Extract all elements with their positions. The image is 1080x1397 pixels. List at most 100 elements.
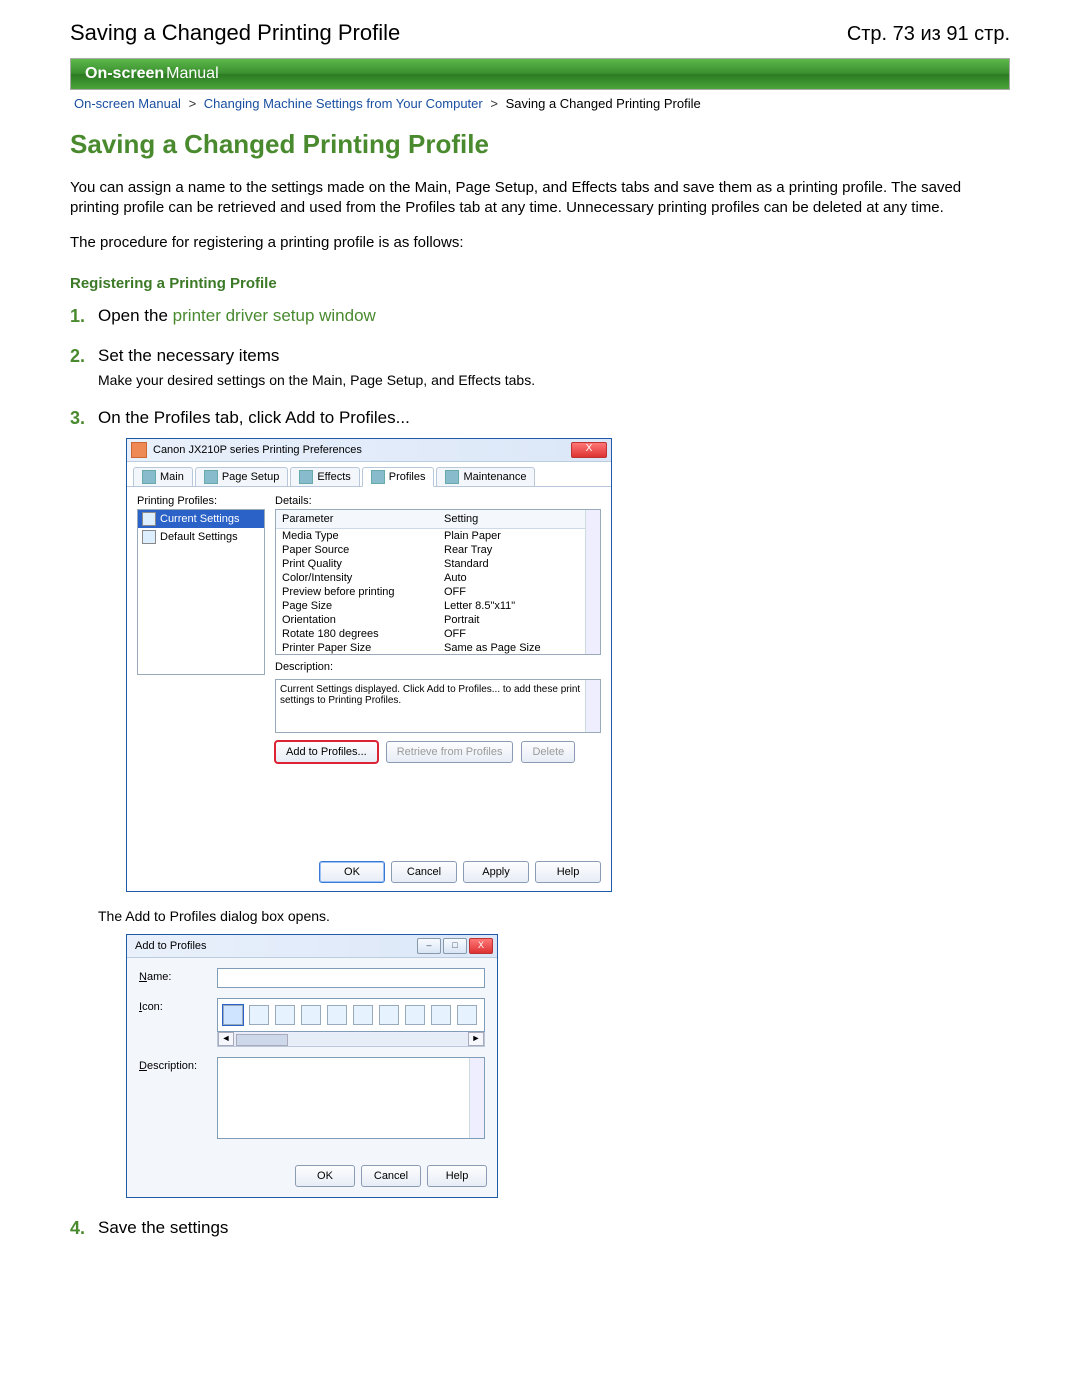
scrollbar-horizontal[interactable]: ◄ ► [217, 1032, 485, 1047]
step-2-sub: Make your desired settings on the Main, … [98, 372, 1010, 388]
scrollbar-vertical[interactable] [585, 510, 600, 654]
tab-profiles-label: Profiles [389, 471, 426, 483]
step-number: 1. [70, 306, 85, 327]
page-title: Saving a Changed Printing Profile [70, 129, 1010, 160]
scroll-left-arrow[interactable]: ◄ [218, 1032, 234, 1046]
profile-icon-option[interactable] [353, 1005, 373, 1025]
apply-button[interactable]: Apply [463, 861, 529, 883]
step-1: 1. Open the printer driver setup window [70, 306, 1010, 326]
cell-param: Preview before printing [276, 585, 438, 599]
profile-icon [142, 530, 156, 544]
tab-main[interactable]: Main [133, 467, 193, 486]
step-3: 3. On the Profiles tab, click Add to Pro… [70, 408, 1010, 1198]
crumb-sep: > [189, 96, 197, 111]
step-3-title: On the Profiles tab, click Add to Profil… [98, 408, 410, 427]
tab-main-label: Main [160, 471, 184, 483]
table-row: Rotate 180 degreesOFF [276, 627, 600, 641]
scrollbar-vertical[interactable] [469, 1058, 484, 1138]
description-input[interactable] [217, 1057, 485, 1139]
page-header-right: Стр. 73 из 91 стр. [847, 23, 1010, 46]
cell-param: Color/Intensity [276, 571, 438, 585]
cell-setting: OFF [438, 585, 472, 599]
cell-param: Media Type [276, 529, 438, 543]
dialog-titlebar[interactable]: Canon JX210P series Printing Preferences… [127, 439, 611, 462]
dialog-titlebar[interactable]: Add to Profiles – □ X [127, 935, 497, 958]
step-number: 2. [70, 346, 85, 367]
profile-icon-option[interactable] [249, 1005, 269, 1025]
profile-icon-option[interactable] [379, 1005, 399, 1025]
description-label: Description: [139, 1057, 217, 1072]
cancel-button[interactable]: Cancel [391, 861, 457, 883]
close-button[interactable]: X [469, 938, 493, 954]
tab-effects-icon [299, 470, 313, 484]
cell-setting: Auto [438, 571, 473, 585]
cell-setting: Standard [438, 557, 495, 571]
help-button[interactable]: Help [427, 1165, 487, 1187]
details-header-setting: Setting [438, 510, 484, 528]
profile-icon-option[interactable] [457, 1005, 477, 1025]
tab-effects[interactable]: Effects [290, 467, 359, 486]
tab-maintenance-label: Maintenance [463, 471, 526, 483]
profile-icon-option[interactable] [275, 1005, 295, 1025]
profile-icon [142, 512, 156, 526]
tab-maintenance[interactable]: Maintenance [436, 467, 535, 486]
crumb-mid[interactable]: Changing Machine Settings from Your Comp… [204, 96, 483, 111]
tab-effects-label: Effects [317, 471, 350, 483]
scroll-thumb[interactable] [236, 1034, 288, 1046]
scroll-track[interactable] [234, 1033, 468, 1045]
profile-item-label: Default Settings [160, 531, 238, 543]
table-row: Page SizeLetter 8.5"x11" [276, 599, 600, 613]
cell-setting: Plain Paper [438, 529, 507, 543]
profile-icon-option[interactable] [405, 1005, 425, 1025]
description-label: Description: [275, 661, 601, 673]
profile-item-default[interactable]: Default Settings [138, 528, 264, 546]
close-button[interactable]: X [571, 442, 607, 458]
details-table: Parameter Setting Media TypePlain Paper … [275, 509, 601, 655]
delete-profile-button[interactable]: Delete [521, 741, 575, 763]
add-to-profiles-button[interactable]: Add to Profiles... [275, 741, 378, 763]
retrieve-from-profiles-button[interactable]: Retrieve from Profiles [386, 741, 514, 763]
crumb-current: Saving a Changed Printing Profile [506, 96, 701, 111]
banner-bold: On-screen [85, 65, 164, 83]
icon-picker[interactable] [217, 998, 485, 1032]
printer-driver-link[interactable]: printer driver setup window [173, 306, 376, 325]
printing-profiles-list[interactable]: Current Settings Default Settings [137, 509, 265, 675]
cell-param: Printer Paper Size [276, 641, 438, 655]
step-4: 4. Save the settings [70, 1218, 1010, 1238]
cell-setting: Same as Page Size [438, 641, 547, 655]
printer-icon [131, 442, 147, 458]
manual-banner: On-screen Manual [70, 58, 1010, 90]
table-row: Media TypePlain Paper [276, 529, 600, 543]
intro-paragraph-1: You can assign a name to the settings ma… [70, 178, 1010, 219]
tab-profiles[interactable]: Profiles [362, 467, 435, 487]
step-1-pre: Open the [98, 306, 173, 325]
maximize-button[interactable]: □ [443, 938, 467, 954]
tab-maintenance-icon [445, 470, 459, 484]
scroll-right-arrow[interactable]: ► [468, 1032, 484, 1046]
step-3-after: The Add to Profiles dialog box opens. [98, 908, 1010, 924]
profile-icon-option[interactable] [301, 1005, 321, 1025]
ok-button[interactable]: OK [295, 1165, 355, 1187]
tab-page-setup-label: Page Setup [222, 471, 280, 483]
scrollbar-vertical[interactable] [585, 680, 600, 732]
table-row: Print QualityStandard [276, 557, 600, 571]
tab-page-setup[interactable]: Page Setup [195, 467, 289, 486]
tab-main-icon [142, 470, 156, 484]
step-4-title: Save the settings [98, 1218, 228, 1237]
profile-icon-option[interactable] [431, 1005, 451, 1025]
minimize-button[interactable]: – [417, 938, 441, 954]
profile-item-current[interactable]: Current Settings [138, 510, 264, 528]
profile-icon-option[interactable] [223, 1005, 243, 1025]
table-row: Color/IntensityAuto [276, 571, 600, 585]
description-box: Current Settings displayed. Click Add to… [275, 679, 601, 733]
tab-profiles-icon [371, 470, 385, 484]
crumb-root[interactable]: On-screen Manual [74, 96, 181, 111]
ok-button[interactable]: OK [319, 861, 385, 883]
name-input[interactable] [217, 968, 485, 988]
cell-setting: OFF [438, 627, 472, 641]
cell-param: Print Quality [276, 557, 438, 571]
help-button[interactable]: Help [535, 861, 601, 883]
cell-param: Page Size [276, 599, 438, 613]
cancel-button[interactable]: Cancel [361, 1165, 421, 1187]
profile-icon-option[interactable] [327, 1005, 347, 1025]
